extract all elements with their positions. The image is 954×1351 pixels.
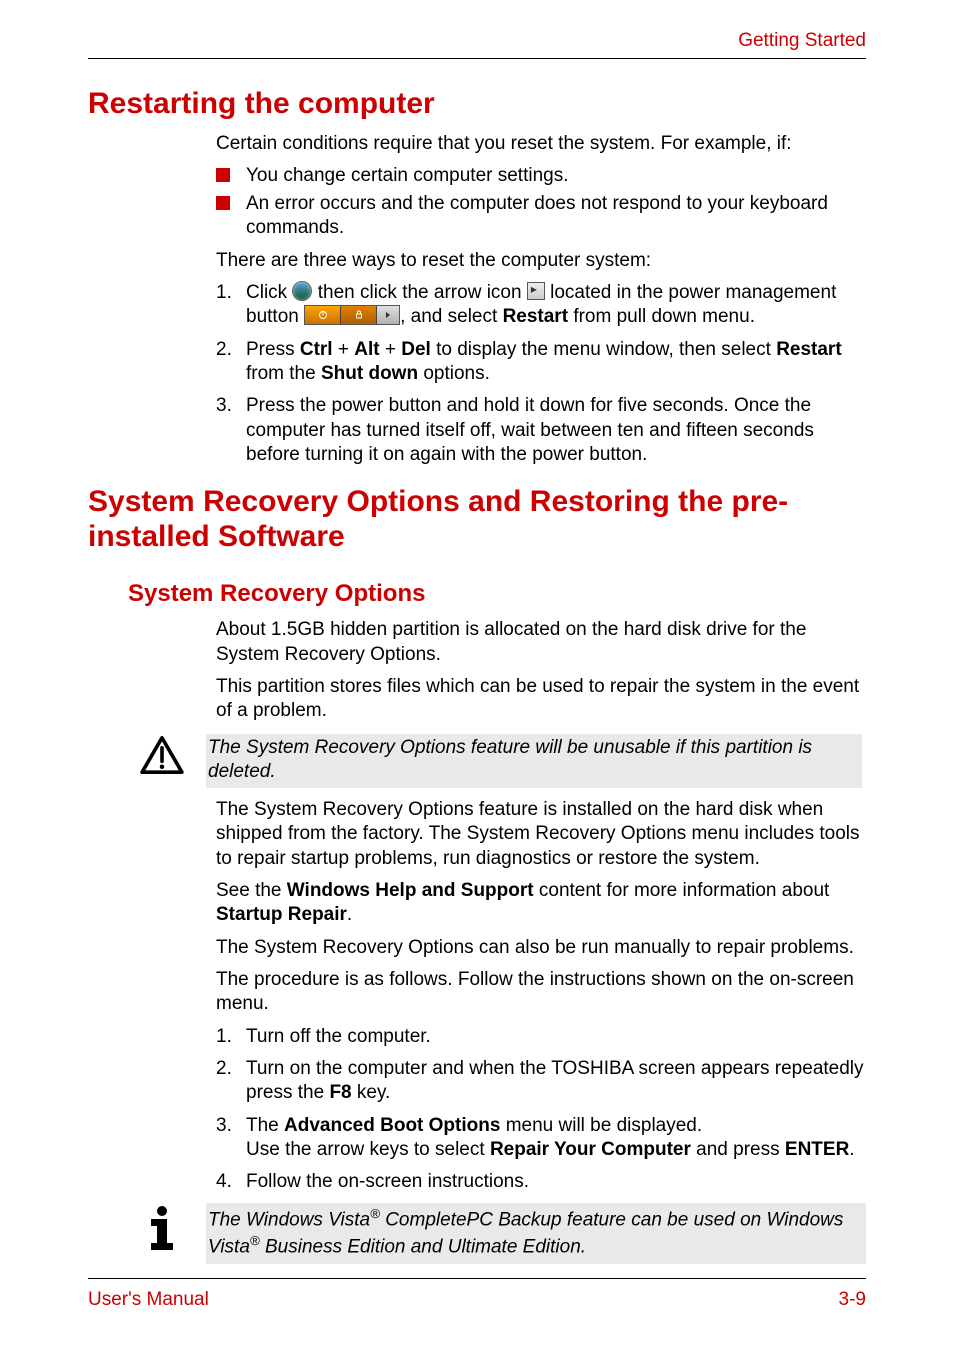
step-text: key. [352,1082,391,1103]
note-text: The Windows Vista® CompletePC Backup fea… [206,1203,866,1264]
registered-mark: ® [370,1206,380,1221]
section-title: Getting Started [738,30,866,52]
repair-your-computer-label: Repair Your Computer [490,1139,691,1160]
advanced-boot-options-label: Advanced Boot Options [284,1115,500,1136]
info-icon [132,1203,192,1264]
help-support-label: Windows Help and Support [287,880,534,901]
step-text: Follow the on-screen instructions. [246,1171,529,1192]
warning-icon [132,734,192,789]
text: . [347,904,352,925]
restart-intro: Certain conditions require that you rese… [216,132,866,156]
restart-label: Restart [503,306,568,327]
subheading-recovery-options: System Recovery Options [128,580,866,608]
recovery-p2: This partition stores files which can be… [216,675,866,724]
step-text: Click [246,282,292,303]
step-text: , and select [400,306,502,327]
restart-threeways: There are three ways to reset the comput… [216,249,866,273]
list-item: The Advanced Boot Options menu will be d… [216,1114,866,1163]
step-text: from the [246,363,321,384]
step-text: from pull down menu. [568,306,755,327]
arrow-submenu-icon [527,282,545,300]
page-header: Getting Started [88,0,866,58]
step-text: Press [246,339,300,360]
text: Business Edition and Ultimate Edition. [260,1236,586,1257]
key-f8: F8 [329,1082,351,1103]
list-item: Press the power button and hold it down … [216,394,866,467]
note-callout: The Windows Vista® CompletePC Backup fea… [88,1203,866,1264]
manual-steps-list: Turn off the computer. Turn on the compu… [216,1025,866,1195]
page-container: Getting Started Restarting the computer … [0,0,954,1351]
power-management-button-icon [304,305,400,325]
footer-manual-label: User's Manual [88,1289,209,1311]
restart-label: Restart [776,339,841,360]
restart-bullet-list: You change certain computer settings. An… [216,164,866,241]
key-enter: ENTER [785,1139,849,1160]
recovery-p6: The procedure is as follows. Follow the … [216,968,866,1017]
header-rule [88,58,866,59]
step-text: and press [691,1139,785,1160]
shutdown-label: Shut down [321,363,418,384]
warning-callout: The System Recovery Options feature will… [88,732,866,791]
page-footer: User's Manual 3-9 [88,1289,866,1311]
step-text: options. [418,363,490,384]
recovery-p5: The System Recovery Options can also be … [216,936,866,960]
step-text: then click the arrow icon [318,282,527,303]
list-item: Follow the on-screen instructions. [216,1170,866,1194]
footer-page-number: 3-9 [839,1289,866,1311]
key-ctrl: Ctrl [300,339,333,360]
step-text: menu will be displayed. [500,1115,702,1136]
text: See the [216,880,287,901]
step-text: Press the power button and hold it down … [246,395,814,465]
list-item: Click then click the arrow icon located … [216,281,866,330]
heading-recovery: System Recovery Options and Restoring th… [88,485,866,554]
restart-steps-list: Click then click the arrow icon located … [216,281,866,467]
text: The Windows Vista [208,1209,370,1230]
list-item: Turn off the computer. [216,1025,866,1049]
restart-body: Certain conditions require that you rese… [216,132,866,468]
start-orb-icon [292,281,312,301]
step-text: + [380,339,402,360]
step-text: + [333,339,355,360]
list-item: Turn on the computer and when the TOSHIB… [216,1057,866,1106]
step-text: Turn off the computer. [246,1026,431,1047]
recovery-body-1: About 1.5GB hidden partition is allocate… [216,618,866,723]
step-text: . [849,1139,854,1160]
step-text: to display the menu window, then select [431,339,776,360]
registered-mark: ® [250,1233,260,1248]
step-text: The [246,1115,284,1136]
list-item: Press Ctrl + Alt + Del to display the me… [216,338,866,387]
key-alt: Alt [354,339,379,360]
footer-rule [88,1278,866,1279]
recovery-p3: The System Recovery Options feature is i… [216,798,866,871]
list-item: You change certain computer settings. [216,164,866,188]
heading-restarting: Restarting the computer [88,87,866,122]
bullet-text: An error occurs and the computer does no… [246,193,828,238]
recovery-body-2: The System Recovery Options feature is i… [216,798,866,1194]
recovery-p1: About 1.5GB hidden partition is allocate… [216,618,866,667]
warning-text: The System Recovery Options feature will… [206,734,862,789]
key-del: Del [401,339,431,360]
text: content for more information about [534,880,830,901]
recovery-p4: See the Windows Help and Support content… [216,879,866,928]
bullet-text: You change certain computer settings. [246,165,569,186]
step-text: Use the arrow keys to select [246,1139,490,1160]
list-item: An error occurs and the computer does no… [216,192,866,241]
startup-repair-label: Startup Repair [216,904,347,925]
